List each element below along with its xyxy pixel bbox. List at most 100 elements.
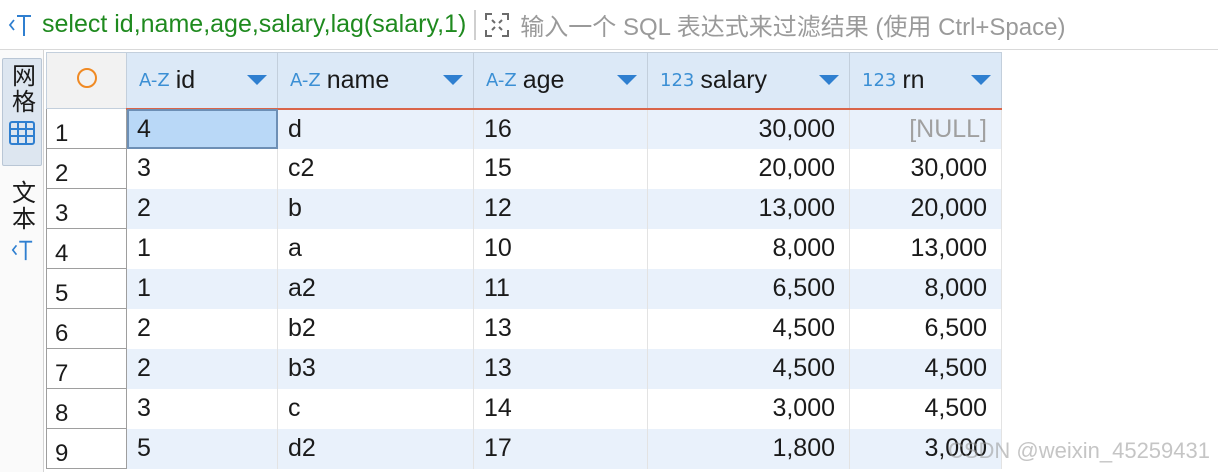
column-header-salary[interactable]: 123 salary [647, 52, 850, 110]
row-number[interactable]: 4 [46, 228, 127, 269]
column-name: rn [902, 65, 925, 94]
column-header-id[interactable]: A-Z id [126, 52, 278, 110]
column-name: salary [700, 65, 768, 94]
row-number[interactable]: 9 [46, 428, 127, 469]
table-row[interactable]: 6 2 b2 13 4,500 6,500 [46, 308, 1002, 349]
string-type-icon: A-Z [139, 69, 170, 91]
cell-salary[interactable]: 4,500 [647, 348, 850, 389]
cell-rn[interactable]: 13,000 [849, 228, 1002, 269]
table-row[interactable]: 2 3 c2 15 20,000 30,000 [46, 148, 1002, 189]
row-number[interactable]: 8 [46, 388, 127, 429]
cell-id[interactable]: 4 [126, 108, 278, 149]
cell-rn[interactable]: 6,500 [849, 308, 1002, 349]
cell-rn[interactable]: 20,000 [849, 188, 1002, 229]
cell-rn[interactable]: 8,000 [849, 268, 1002, 309]
select-all-icon [76, 68, 97, 88]
grid-icon [8, 119, 36, 152]
table-row[interactable]: 1 4 d 16 30,000 [NULL] [46, 108, 1002, 149]
column-header-rn[interactable]: 123 rn [849, 52, 1002, 110]
cell-age[interactable]: 13 [473, 308, 648, 349]
row-number[interactable]: 5 [46, 268, 127, 309]
table-row[interactable]: 3 2 b 12 13,000 20,000 [46, 188, 1002, 229]
column-menu-icon[interactable] [971, 75, 991, 86]
cell-age[interactable]: 14 [473, 388, 648, 429]
row-number[interactable]: 3 [46, 188, 127, 229]
cell-id[interactable]: 3 [126, 388, 278, 429]
cell-age[interactable]: 13 [473, 348, 648, 389]
table-row[interactable]: 9 5 d2 17 1,800 3,000 [46, 428, 1002, 469]
column-name: name [326, 65, 390, 94]
sql-filter-icon[interactable] [0, 0, 40, 50]
cell-rn[interactable]: [NULL] [849, 108, 1002, 149]
cell-salary[interactable]: 4,500 [647, 308, 850, 349]
cell-name[interactable]: a2 [277, 268, 474, 309]
numeric-type-icon: 123 [660, 69, 695, 91]
cell-age[interactable]: 17 [473, 428, 648, 469]
expand-icon[interactable] [482, 0, 512, 50]
column-name: id [175, 65, 196, 94]
cell-age[interactable]: 15 [473, 148, 648, 189]
column-name: age [522, 65, 565, 94]
cell-salary[interactable]: 3,000 [647, 388, 850, 429]
cell-id[interactable]: 5 [126, 428, 278, 469]
cell-name[interactable]: c2 [277, 148, 474, 189]
header-row: A-Z id A-Z name A-Z age 123 salary 123 r… [46, 52, 1002, 110]
cell-name[interactable]: c [277, 388, 474, 429]
filter-input-placeholder[interactable]: 输入一个 SQL 表达式来过滤结果 (使用 Ctrl+Space) [520, 7, 1065, 42]
tab-grid-label: 网格 [7, 63, 36, 115]
cell-rn[interactable]: 4,500 [849, 388, 1002, 429]
text-icon [10, 238, 34, 267]
cell-id[interactable]: 2 [126, 308, 278, 349]
filter-bar: select id,name,age,salary,lag(salary,1) … [0, 0, 1218, 50]
cell-id[interactable]: 1 [126, 228, 278, 269]
column-menu-icon[interactable] [247, 75, 267, 86]
tab-grid[interactable]: 网格 [2, 58, 42, 166]
cell-age[interactable]: 11 [473, 268, 648, 309]
grid-corner[interactable] [46, 52, 127, 109]
cell-name[interactable]: b3 [277, 348, 474, 389]
cell-id[interactable]: 2 [126, 188, 278, 229]
cell-age[interactable]: 16 [473, 108, 648, 149]
column-menu-icon[interactable] [443, 75, 463, 86]
cell-name[interactable]: b2 [277, 308, 474, 349]
row-number[interactable]: 1 [46, 108, 127, 149]
cell-rn[interactable]: 30,000 [849, 148, 1002, 189]
numeric-type-icon: 123 [862, 69, 897, 91]
filter-query-text[interactable]: select id,name,age,salary,lag(salary,1) [40, 10, 466, 39]
cell-rn[interactable]: 3,000 [849, 428, 1002, 469]
view-mode-tabs: 网格 文本 [0, 50, 44, 472]
cell-id[interactable]: 1 [126, 268, 278, 309]
tab-text-label: 文本 [7, 180, 36, 232]
table-row[interactable]: 4 1 a 10 8,000 13,000 [46, 228, 1002, 269]
cell-salary[interactable]: 13,000 [647, 188, 850, 229]
column-header-age[interactable]: A-Z age [473, 52, 648, 110]
table-row[interactable]: 8 3 c 14 3,000 4,500 [46, 388, 1002, 429]
cell-name[interactable]: d [277, 108, 474, 149]
cell-id[interactable]: 2 [126, 348, 278, 389]
cell-name[interactable]: a [277, 228, 474, 269]
cell-salary[interactable]: 1,800 [647, 428, 850, 469]
row-number[interactable]: 2 [46, 148, 127, 189]
table-row[interactable]: 5 1 a2 11 6,500 8,000 [46, 268, 1002, 309]
filter-separator [474, 9, 477, 40]
cell-salary[interactable]: 20,000 [647, 148, 850, 189]
row-number[interactable]: 6 [46, 308, 127, 349]
column-menu-icon[interactable] [617, 75, 637, 86]
cell-salary[interactable]: 8,000 [647, 228, 850, 269]
cell-salary[interactable]: 6,500 [647, 268, 850, 309]
cell-age[interactable]: 12 [473, 188, 648, 229]
column-menu-icon[interactable] [819, 75, 839, 86]
cell-name[interactable]: d2 [277, 428, 474, 469]
cell-age[interactable]: 10 [473, 228, 648, 269]
cell-rn[interactable]: 4,500 [849, 348, 1002, 389]
result-grid: A-Z id A-Z name A-Z age 123 salary 123 r… [46, 52, 1002, 469]
string-type-icon: A-Z [290, 69, 321, 91]
column-header-name[interactable]: A-Z name [277, 52, 474, 110]
cell-id[interactable]: 3 [126, 148, 278, 189]
cell-salary[interactable]: 30,000 [647, 108, 850, 149]
cell-name[interactable]: b [277, 188, 474, 229]
row-number[interactable]: 7 [46, 348, 127, 389]
string-type-icon: A-Z [486, 69, 517, 91]
tab-text[interactable]: 文本 [2, 180, 42, 280]
table-row[interactable]: 7 2 b3 13 4,500 4,500 [46, 348, 1002, 389]
